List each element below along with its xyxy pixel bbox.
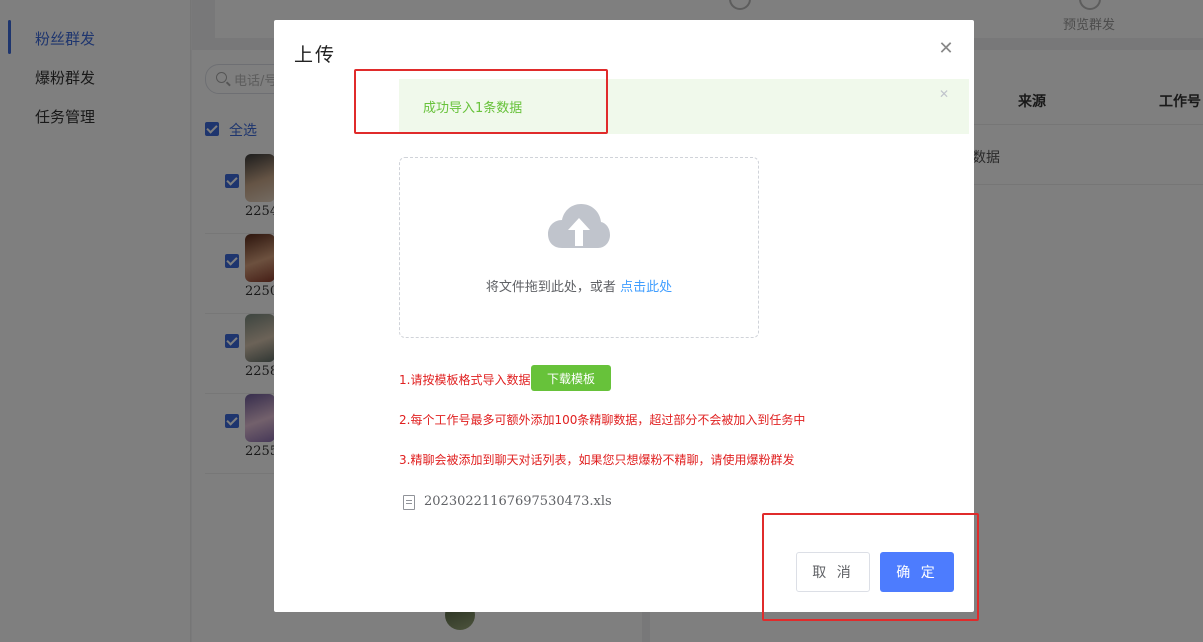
upload-dropzone[interactable]: 将文件拖到此处，或者 点击此处 bbox=[399, 157, 759, 338]
close-icon[interactable]: ✕ bbox=[939, 87, 949, 101]
upload-click-link[interactable]: 点击此处 bbox=[620, 280, 672, 295]
alert-message: 成功导入1条数据 bbox=[423, 101, 523, 116]
file-name: 20230221167697530473.xls bbox=[424, 494, 612, 509]
download-template-button[interactable]: 下载模板 bbox=[531, 365, 611, 391]
close-icon[interactable]: ✕ bbox=[938, 40, 954, 58]
success-alert: 成功导入1条数据 ✕ bbox=[399, 79, 969, 134]
cancel-button[interactable]: 取 消 bbox=[796, 552, 870, 592]
upload-dialog: 上传 ✕ 成功导入1条数据 ✕ 将文件拖到此处，或者 点击此处 1.请按模板格式… bbox=[274, 20, 974, 612]
upload-instruction: 将文件拖到此处，或者 点击此处 bbox=[400, 276, 758, 295]
tip-template-format: 1.请按模板格式导入数据 bbox=[399, 373, 531, 387]
upload-instruction-text: 将文件拖到此处，或者 bbox=[485, 280, 621, 295]
tip-limit: 2.每个工作号最多可额外添加100条精聊数据，超过部分不会被加入到任务中 bbox=[399, 413, 806, 427]
dialog-title: 上传 bbox=[294, 44, 337, 66]
tip-chat-list: 3.精聊会被添加到聊天对话列表，如果您只想爆粉不精聊，请使用爆粉群发 bbox=[399, 453, 795, 467]
confirm-button[interactable]: 确 定 bbox=[880, 552, 954, 592]
cloud-upload-icon bbox=[548, 204, 610, 248]
document-icon bbox=[403, 495, 415, 510]
